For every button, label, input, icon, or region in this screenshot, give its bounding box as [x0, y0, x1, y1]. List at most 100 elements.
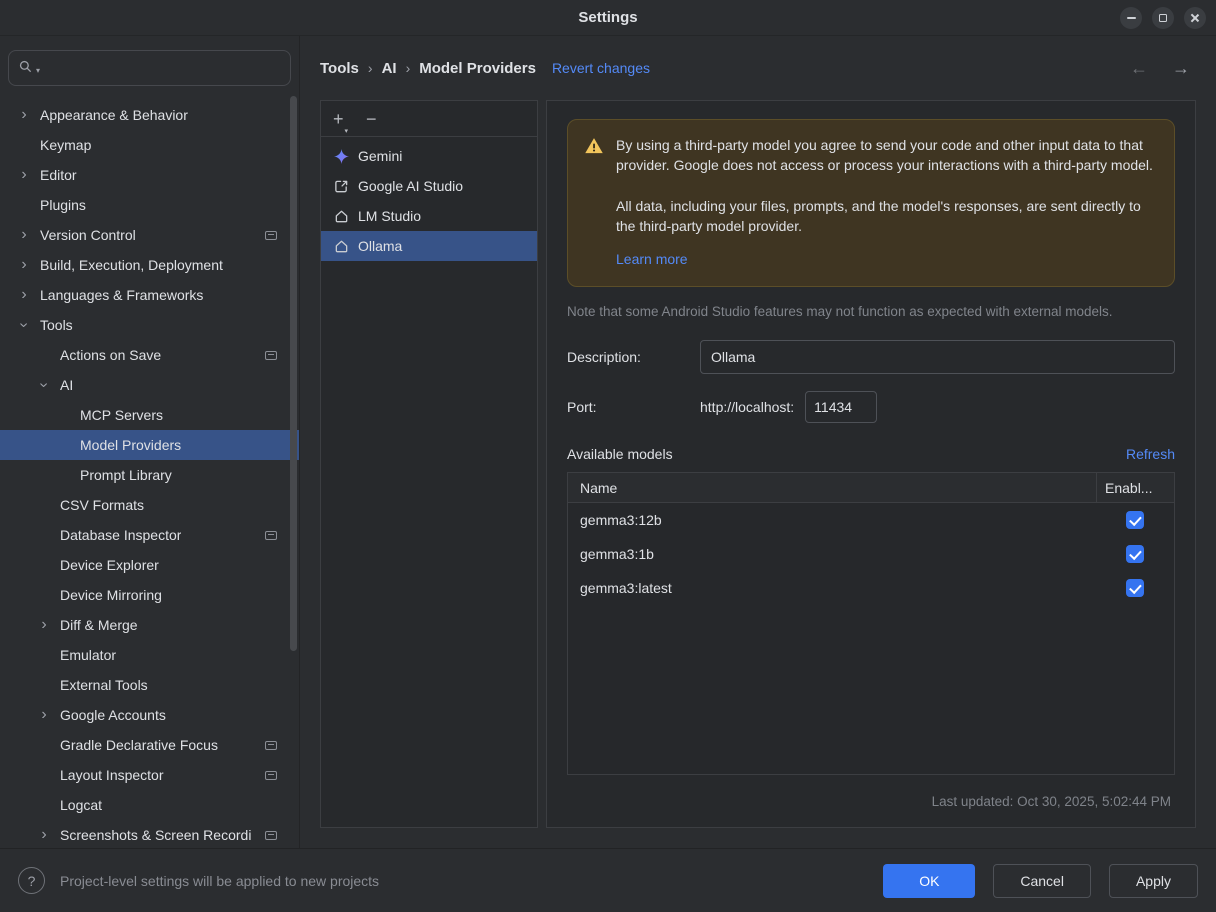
sidebar-item-external-tools[interactable]: External Tools [0, 670, 299, 700]
remove-provider-button[interactable]: − [366, 110, 377, 128]
chevron-icon[interactable] [34, 377, 54, 393]
sidebar-item-database-inspector[interactable]: Database Inspector [0, 520, 299, 550]
provider-item-google-ai-studio[interactable]: Google AI Studio [321, 171, 537, 201]
sidebar-item-prompt-library[interactable]: Prompt Library [0, 460, 299, 490]
window-controls [1120, 7, 1206, 29]
breadcrumb-ai[interactable]: AI [382, 60, 397, 77]
sidebar-item-mcp-servers[interactable]: MCP Servers [0, 400, 299, 430]
search-options-caret-icon[interactable] [36, 60, 40, 76]
model-enabled-checkbox[interactable] [1126, 511, 1144, 529]
model-enabled-checkbox[interactable] [1126, 545, 1144, 563]
sidebar-item-label: CSV Formats [60, 497, 144, 513]
cancel-button[interactable]: Cancel [993, 864, 1091, 898]
model-row-gemma3-latest[interactable]: gemma3:latest [568, 571, 1174, 605]
sidebar-item-label: Actions on Save [60, 347, 161, 363]
titlebar[interactable]: Settings [0, 0, 1216, 36]
chevron-icon[interactable] [34, 707, 54, 723]
maximize-icon [1159, 14, 1167, 22]
sidebar-item-screenshots-screen-recordi[interactable]: Screenshots & Screen Recordi [0, 820, 299, 850]
sidebar-item-label: Version Control [40, 227, 136, 243]
google-ai-studio-icon [333, 178, 349, 194]
sidebar-item-emulator[interactable]: Emulator [0, 640, 299, 670]
window-title: Settings [578, 9, 637, 26]
provider-item-gemini[interactable]: Gemini [321, 141, 537, 171]
add-provider-button[interactable]: + [333, 110, 348, 128]
sidebar-item-label: Logcat [60, 797, 102, 813]
settings-sidebar: Appearance & Behavior Keymap Editor Plug… [0, 36, 300, 848]
sidebar-item-label: Build, Execution, Deployment [40, 257, 223, 273]
sidebar-item-label: Tools [40, 317, 73, 333]
warning-triangle-icon [584, 136, 604, 269]
sidebar-item-ai[interactable]: AI [0, 370, 299, 400]
sidebar-item-layout-inspector[interactable]: Layout Inspector [0, 760, 299, 790]
column-header-name[interactable]: Name [568, 473, 1096, 502]
sidebar-item-languages-frameworks[interactable]: Languages & Frameworks [0, 280, 299, 310]
refresh-link[interactable]: Refresh [1126, 446, 1175, 462]
sidebar-scrollbar[interactable] [290, 96, 297, 651]
chevron-icon[interactable] [14, 227, 34, 243]
chevron-icon[interactable] [14, 107, 34, 123]
project-level-marker-icon [265, 531, 277, 540]
sidebar-item-model-providers[interactable]: Model Providers [0, 430, 299, 460]
chevron-icon[interactable] [14, 317, 34, 333]
sidebar-item-build-execution-deployment[interactable]: Build, Execution, Deployment [0, 250, 299, 280]
provider-list-panel: + − Gemini Google AI Studio LM Studio Ol… [320, 100, 538, 828]
chevron-icon[interactable] [34, 827, 54, 843]
chevron-icon[interactable] [14, 257, 34, 273]
sidebar-item-editor[interactable]: Editor [0, 160, 299, 190]
sidebar-item-device-mirroring[interactable]: Device Mirroring [0, 580, 299, 610]
close-button[interactable] [1184, 7, 1206, 29]
forward-arrow-icon[interactable] [1172, 59, 1190, 77]
history-nav [1130, 59, 1190, 77]
sidebar-item-label: Device Explorer [60, 557, 159, 573]
model-enabled-checkbox[interactable] [1126, 579, 1144, 597]
learn-more-link[interactable]: Learn more [616, 249, 688, 269]
model-row-gemma3-1b[interactable]: gemma3:1b [568, 537, 1174, 571]
project-level-marker-icon [265, 831, 277, 840]
ok-button[interactable]: OK [883, 864, 975, 898]
apply-button[interactable]: Apply [1109, 864, 1198, 898]
help-icon[interactable] [18, 867, 45, 894]
settings-window: Settings Appearance & Behavior Keymap Ed… [0, 0, 1216, 912]
provider-item-lm-studio[interactable]: LM Studio [321, 201, 537, 231]
sidebar-item-diff-merge[interactable]: Diff & Merge [0, 610, 299, 640]
sidebar-item-device-explorer[interactable]: Device Explorer [0, 550, 299, 580]
search-input[interactable] [43, 60, 281, 76]
sidebar-item-keymap[interactable]: Keymap [0, 130, 299, 160]
provider-details-panel: By using a third-party model you agree t… [546, 100, 1196, 828]
breadcrumb-model-providers[interactable]: Model Providers [419, 60, 536, 77]
sidebar-item-label: Google Accounts [60, 707, 166, 723]
chevron-icon[interactable] [14, 287, 34, 303]
breadcrumb-tools[interactable]: Tools [320, 60, 359, 77]
revert-changes-link[interactable]: Revert changes [552, 60, 650, 76]
chevron-icon[interactable] [34, 617, 54, 633]
models-table-body: gemma3:12b gemma3:1b gemma3:latest [568, 503, 1174, 605]
model-name: gemma3:1b [568, 546, 1096, 562]
main-area: Tools › AI › Model Providers Revert chan… [300, 36, 1216, 848]
sidebar-item-tools[interactable]: Tools [0, 310, 299, 340]
third-party-warning-banner: By using a third-party model you agree t… [567, 119, 1175, 287]
provider-item-ollama[interactable]: Ollama [321, 231, 537, 261]
maximize-button[interactable] [1152, 7, 1174, 29]
warning-paragraph-1: By using a third-party model you agree t… [616, 135, 1158, 176]
column-header-enabled[interactable]: Enabl... [1096, 473, 1174, 502]
description-input[interactable] [700, 340, 1175, 374]
last-updated-text: Last updated: Oct 30, 2025, 5:02:44 PM [567, 775, 1175, 827]
back-arrow-icon[interactable] [1130, 59, 1148, 77]
sidebar-item-actions-on-save[interactable]: Actions on Save [0, 340, 299, 370]
settings-search-box[interactable] [8, 50, 291, 86]
port-input[interactable] [805, 391, 877, 423]
sidebar-item-version-control[interactable]: Version Control [0, 220, 299, 250]
minimize-button[interactable] [1120, 7, 1142, 29]
add-caret-icon [345, 118, 349, 136]
sidebar-item-appearance-behavior[interactable]: Appearance & Behavior [0, 100, 299, 130]
warning-paragraph-2: All data, including your files, prompts,… [616, 196, 1158, 237]
sidebar-item-plugins[interactable]: Plugins [0, 190, 299, 220]
chevron-icon[interactable] [14, 167, 34, 183]
model-row-gemma3-12b[interactable]: gemma3:12b [568, 503, 1174, 537]
sidebar-item-csv-formats[interactable]: CSV Formats [0, 490, 299, 520]
sidebar-item-google-accounts[interactable]: Google Accounts [0, 700, 299, 730]
sidebar-item-logcat[interactable]: Logcat [0, 790, 299, 820]
provider-label: Google AI Studio [358, 178, 463, 194]
sidebar-item-gradle-declarative-focus[interactable]: Gradle Declarative Focus [0, 730, 299, 760]
